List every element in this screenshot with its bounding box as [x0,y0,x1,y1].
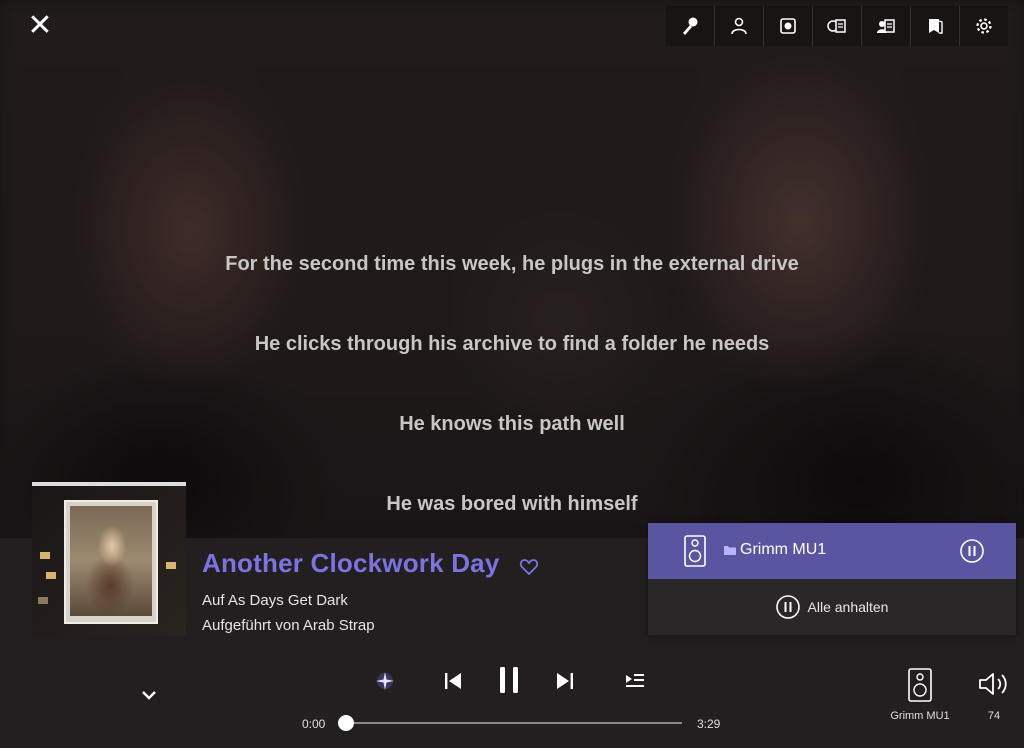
lyric-line: He clicks through his archive to find a … [254,333,770,355]
queue-icon[interactable] [624,670,646,690]
zone-name: Grimm MU1 [740,541,827,558]
zone-item[interactable]: Grimm MU1 [648,523,1016,579]
credits-icon [877,19,895,33]
track-title[interactable]: Another Clockwork Day [202,548,500,579]
sparkle-icon[interactable] [374,670,396,692]
settings-button[interactable] [959,6,1008,46]
record-icon [780,18,796,34]
volume-icon[interactable] [977,670,1009,698]
pause-all-label: Alle anhalten [807,599,889,615]
close-button[interactable]: ✕ [24,10,56,42]
cover-detail [40,552,50,559]
track-artist[interactable]: Aufgeführt von Arab Strap [202,617,375,634]
top-toolbar [666,6,1008,46]
track-album[interactable]: Auf As Days Get Dark [202,592,348,609]
lyric-line: He knows this path well [399,413,625,435]
speaker-icon [684,535,706,567]
lyrics-button[interactable] [666,6,714,46]
skip-next-icon[interactable] [554,670,576,692]
playlist-view-button[interactable] [812,6,861,46]
seek-handle[interactable] [338,715,354,731]
heart-icon[interactable] [518,556,540,578]
album-cover[interactable] [32,482,186,636]
gear-icon [976,18,992,34]
lyric-line: For the second time this week, he plugs … [225,253,799,275]
speaker-icon[interactable] [908,668,932,702]
cover-detail [38,597,48,604]
artist-button[interactable] [714,6,763,46]
skip-previous-icon[interactable] [442,670,464,692]
pause-circle-icon[interactable] [960,539,984,563]
zone-popup: Grimm MU1 Alle anhalten [648,523,1016,635]
volume-level: 74 [987,710,1001,722]
user-icon [731,17,747,35]
playlist-view-icon [827,19,846,33]
cover-detail [70,506,152,616]
credits-button[interactable] [861,6,910,46]
booklet-button[interactable] [910,6,959,46]
seek-bar[interactable] [338,715,682,731]
total-time: 3:29 [697,717,721,731]
microphone-icon [683,17,698,35]
cover-detail [166,562,176,569]
folder-icon [724,546,736,555]
cover-detail [46,572,56,579]
current-time: 0:00 [302,717,326,731]
output-device-label[interactable]: Grimm MU1 [870,710,970,722]
album-button[interactable] [763,6,812,46]
booklet-icon [929,19,943,34]
chevron-down-icon[interactable] [140,686,158,704]
pause-all-button[interactable]: Alle anhalten [648,579,1016,635]
pause-button[interactable] [496,665,522,695]
pause-circle-icon [775,595,800,619]
cover-detail [32,482,186,486]
